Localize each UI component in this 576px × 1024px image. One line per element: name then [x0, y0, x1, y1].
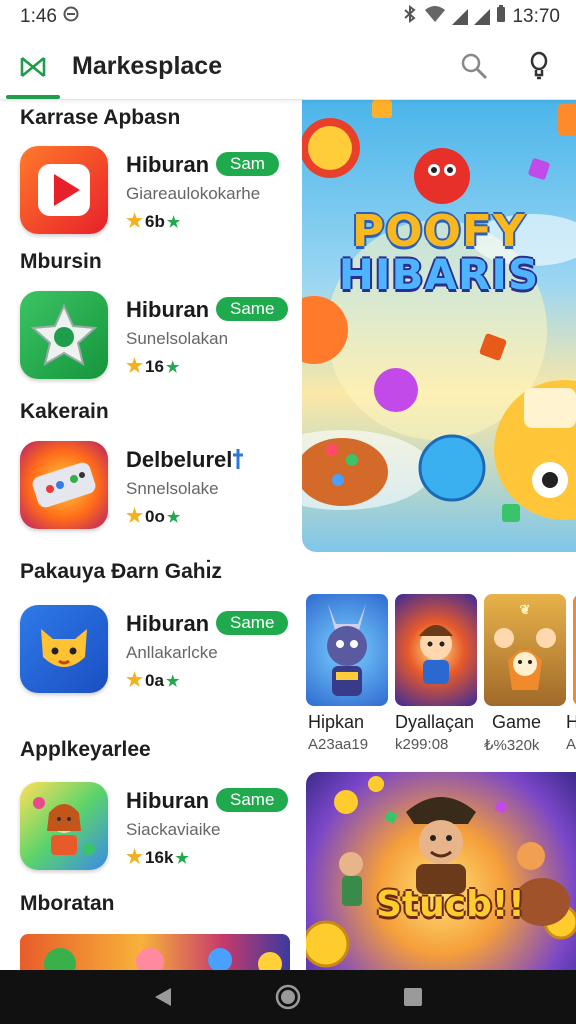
app-name: Hiburan	[126, 611, 210, 636]
video-play-icon[interactable]	[20, 146, 108, 234]
thumbnail-title: H	[566, 712, 576, 732]
thumbnail-title: Hipkan	[308, 712, 365, 732]
sync-icon	[63, 6, 79, 28]
app-name: Hiburan	[126, 297, 210, 322]
status-bar: 1:46 13:70	[0, 0, 576, 34]
rating-value: 6b	[145, 211, 165, 231]
section-title: Karrase Apbasn	[20, 106, 181, 129]
banner-title: Stucb!!	[376, 884, 525, 925]
app-list-item[interactable]: Delbelurel Snnelsolake ★ 0o ★	[20, 441, 290, 537]
app-title: Markesplace	[72, 52, 223, 80]
status-time: 1:46	[20, 6, 57, 27]
search-icon[interactable]	[458, 50, 490, 82]
app-rating: ★ 16 ★	[126, 355, 179, 378]
pin-icon	[232, 449, 244, 474]
section-title: Applkeyarlee	[20, 738, 151, 761]
system-nav-bar	[0, 970, 576, 1024]
home-icon[interactable]	[268, 977, 308, 1017]
app-list: Karrase Apbasn Hiburan Sam Giareaulokoka…	[0, 100, 300, 970]
game-thumbnail-row: ❦ Hipkan A23aa19 Dyallaçan k299:08 Game …	[306, 594, 576, 754]
section-title: Mbursin	[20, 250, 102, 273]
rating-value: 0a	[145, 670, 164, 690]
app-subtitle: Sunelsolakan	[126, 329, 229, 348]
rating-value: 0o	[145, 506, 165, 526]
star-shape-icon[interactable]	[20, 291, 108, 379]
bluetooth-icon	[402, 5, 418, 29]
app-name: Hiburan	[126, 152, 210, 177]
featured-hero-banner[interactable]: POOFY HIBARIS	[302, 100, 576, 552]
app-rating: ★ 0o ★	[126, 505, 180, 528]
app-rating: ★ 16k ★	[126, 846, 189, 869]
app-badge[interactable]: Same	[216, 297, 289, 321]
game-thumbnail[interactable]	[395, 594, 477, 706]
game-thumbnail[interactable]	[306, 594, 388, 706]
rating-value: 16	[145, 356, 164, 376]
star-icon: ★	[126, 847, 144, 868]
game-thumbnail[interactable]: ❦	[484, 594, 566, 706]
status-clock: 13:70	[512, 6, 560, 27]
section-title: Mboratan	[20, 892, 115, 915]
app-name: Hiburan	[126, 788, 210, 813]
app-bar: Markesplace	[0, 34, 576, 100]
app-subtitle: Anllakarlcke	[126, 643, 218, 662]
section-title: Kakerain	[20, 400, 109, 423]
thumbnail-meta: A	[566, 736, 576, 753]
rating-star-icon: ★	[166, 508, 181, 526]
rating-star-icon: ★	[175, 849, 189, 867]
featured-banner-partial[interactable]	[20, 934, 290, 970]
thumbnail-meta: k299:08	[395, 736, 449, 753]
app-badge[interactable]: Same	[216, 788, 289, 812]
star-icon: ★	[126, 356, 144, 377]
thumbnail-title: Game	[492, 712, 542, 732]
app-list-item[interactable]: Hiburan Same Sunelsolakan ★ 16 ★	[20, 291, 290, 387]
battery-icon	[496, 5, 506, 29]
back-icon[interactable]	[143, 977, 183, 1017]
cat-mascot-icon[interactable]	[20, 605, 108, 693]
active-tab-indicator	[6, 95, 60, 99]
app-name: Delbelurel	[126, 447, 233, 472]
thumbnail-meta: A23aa19	[308, 736, 369, 753]
app-list-item[interactable]: Hiburan Same Anllakarlcke ★ 0a ★	[20, 605, 290, 701]
app-badge[interactable]: Sam	[216, 152, 279, 176]
rating-star-icon: ★	[165, 358, 180, 376]
thumbnail-meta: ₺%320k	[484, 737, 540, 754]
app-subtitle: Siackaviaike	[126, 820, 221, 839]
app-rating: ★ 6b ★	[126, 210, 180, 233]
star-icon: ★	[126, 211, 144, 232]
svg-text:❦: ❦	[520, 603, 531, 618]
hero-title-line2: HIBARIS	[338, 250, 540, 299]
featured-game-banner[interactable]: Stucb!!	[306, 772, 576, 970]
recents-icon[interactable]	[393, 977, 433, 1017]
section-title: Pakauya Ɖarn Gahı̇z	[20, 560, 222, 583]
rating-star-icon: ★	[165, 672, 180, 690]
lightbulb-icon[interactable]	[523, 50, 555, 82]
app-badge[interactable]: Same	[216, 611, 289, 635]
app-rating: ★ 0a ★	[126, 669, 179, 692]
star-icon: ★	[126, 670, 144, 691]
gamepad-icon[interactable]	[20, 441, 108, 529]
thumbnail-title: Dyallaçan	[395, 712, 475, 732]
puzzle-girl-icon[interactable]	[20, 782, 108, 870]
signal-icon	[452, 9, 469, 25]
app-list-item[interactable]: Hiburan Same Siackaviaike ★ 16k ★	[20, 782, 290, 878]
app-subtitle: Snnelsolake	[126, 479, 219, 498]
app-list-item[interactable]: Hiburan Sam Giareaulokokarhe ★ 6b ★	[20, 146, 290, 242]
wifi-icon	[424, 5, 446, 29]
star-icon: ★	[126, 506, 144, 527]
rating-star-icon: ★	[166, 213, 181, 231]
marketplace-logo-icon[interactable]	[18, 52, 48, 82]
rating-value: 16k	[145, 847, 174, 867]
app-subtitle: Giareaulokokarhe	[126, 184, 261, 203]
signal-icon-2	[474, 9, 491, 25]
